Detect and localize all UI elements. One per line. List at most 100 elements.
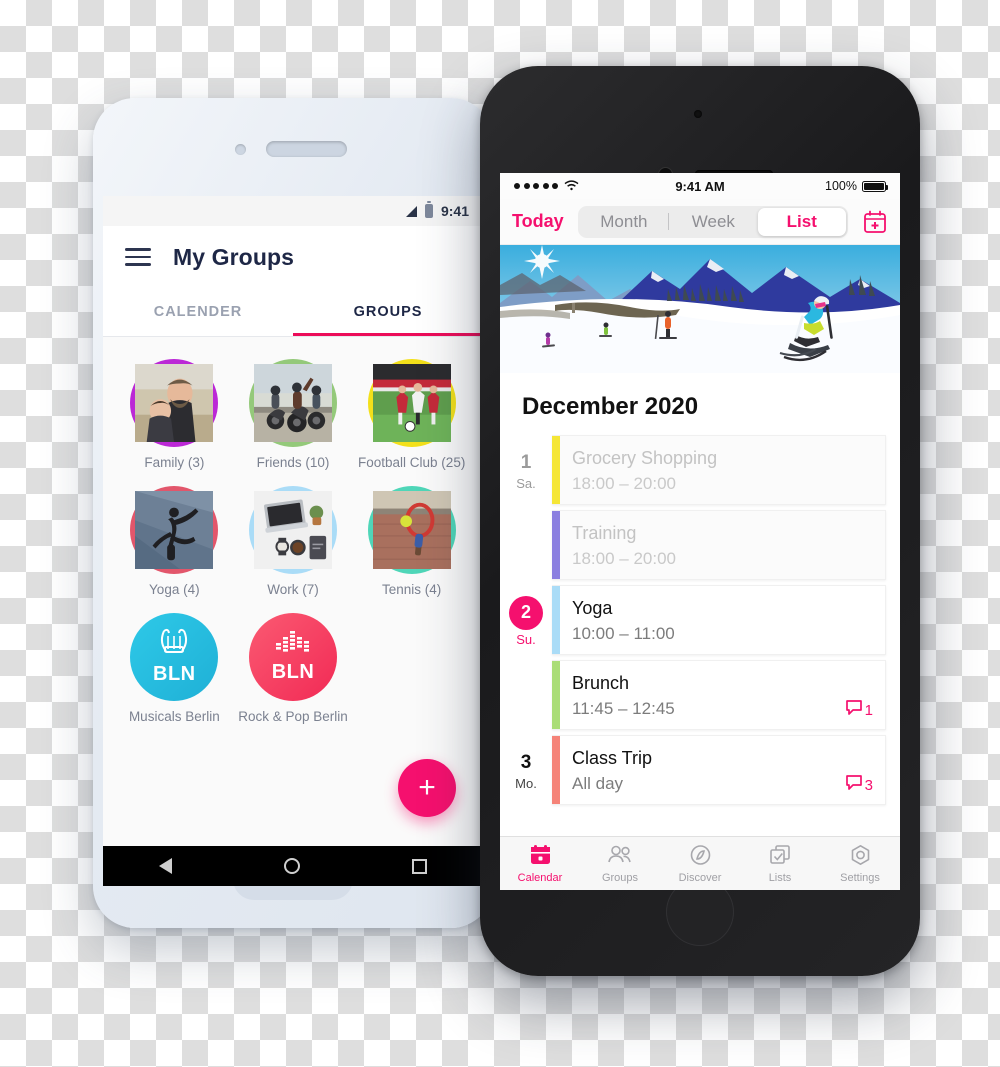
segment-week[interactable]: Week: [669, 208, 757, 236]
event-content: Yoga 10:00 – 11:00: [560, 586, 885, 654]
group-item-work[interactable]: Work (7): [234, 485, 353, 599]
status-time: 9:41 AM: [675, 178, 725, 194]
group-avatar-ring: [249, 485, 337, 574]
group-logo-circle: BLN: [130, 612, 219, 701]
tab-groups[interactable]: GROUPS: [293, 288, 483, 336]
group-item-football-club[interactable]: Football Club (25): [352, 359, 471, 472]
comment-count[interactable]: 1: [845, 699, 873, 719]
group-label: Work (7): [267, 581, 319, 597]
event-card[interactable]: Class Trip All day 3: [552, 735, 886, 805]
event-time: 18:00 – 20:00: [572, 548, 676, 568]
event-title: Class Trip: [572, 748, 653, 769]
group-logo-text: BLN: [271, 661, 315, 684]
recents-square-icon[interactable]: [412, 858, 427, 874]
calendar-plus-icon[interactable]: [862, 209, 888, 235]
group-label: Family (3): [144, 455, 205, 470]
event-row[interactable]: Brunch 11:45 – 12:45 1: [500, 660, 900, 730]
events-list: 1 Sa. Grocery Shopping 18:00 – 20:00 Tra…: [500, 435, 900, 805]
comment-count-value: 3: [864, 777, 873, 794]
group-item-family[interactable]: Family (3): [115, 359, 234, 472]
event-card[interactable]: Brunch 11:45 – 12:45 1: [552, 660, 886, 730]
tennis-racket-photo: [372, 490, 451, 573]
battery-icon: [862, 180, 888, 192]
compass-icon: [689, 844, 712, 869]
tab-lists[interactable]: Lists: [740, 837, 820, 890]
group-item-friends[interactable]: Friends (10): [234, 359, 353, 472]
event-title: Training: [572, 523, 637, 544]
front-camera-icon: [235, 144, 246, 155]
battery-icon: [424, 201, 433, 218]
comment-count[interactable]: 3: [845, 774, 873, 794]
proximity-sensor: [694, 110, 702, 118]
event-title: Yoga: [572, 598, 613, 619]
group-item-yoga[interactable]: Yoga (4): [115, 485, 234, 599]
event-card[interactable]: Grocery Shopping 18:00 – 20:00: [552, 435, 886, 505]
event-card[interactable]: Training 18:00 – 20:00: [552, 510, 886, 580]
event-title: Grocery Shopping: [572, 448, 718, 469]
android-tabs: CALENDER GROUPS: [103, 288, 483, 336]
tab-calender[interactable]: CALENDER: [103, 288, 293, 336]
ski-slope-illustration: [500, 245, 900, 373]
tab-label: Settings: [840, 871, 880, 884]
event-row[interactable]: 2 Su. Yoga 10:00 – 11:00: [500, 585, 900, 655]
soccer-match-photo: [372, 364, 451, 446]
groups-row: Family (3) Friends (10) Football Club (2…: [103, 359, 483, 472]
tab-active-underline: [293, 333, 483, 336]
segment-list[interactable]: List: [757, 207, 846, 236]
group-label: Rock & Pop Berlin: [238, 708, 348, 724]
event-color-bar: [552, 661, 560, 729]
checklist-icon: [768, 844, 792, 869]
date-weekday: Sa.: [516, 475, 536, 491]
group-avatar-ring: [367, 485, 456, 574]
event-color-bar: [552, 586, 560, 654]
desk-laptop-photo: [254, 490, 332, 573]
chat-bubble-icon: [845, 699, 864, 719]
event-time: 11:45 – 12:45: [572, 698, 675, 718]
android-device: 9:41 My Groups CALENDER GROUPS Family (3…: [93, 98, 493, 928]
event-date: 3 Mo.: [500, 735, 552, 805]
date-number: 2: [509, 595, 543, 630]
segment-month[interactable]: Month: [580, 208, 668, 236]
event-row[interactable]: Training 18:00 – 20:00: [500, 510, 900, 580]
today-button[interactable]: Today: [512, 211, 564, 232]
android-navigation-bar: [103, 846, 483, 886]
event-date-today: 2 Su.: [500, 585, 552, 655]
tab-discover[interactable]: Discover: [660, 837, 740, 890]
group-avatar-ring: [130, 359, 219, 447]
calendar-icon: [529, 844, 552, 869]
group-avatar-ring: [249, 359, 337, 447]
android-app-bar: My Groups: [103, 226, 483, 288]
grid-spacer: [352, 613, 471, 726]
group-item-tennis[interactable]: Tennis (4): [352, 485, 471, 599]
group-label: Friends (10): [256, 455, 330, 470]
date-weekday: Su.: [516, 631, 536, 647]
date-weekday: Mo.: [515, 775, 537, 791]
tab-label: Lists: [768, 871, 792, 884]
tab-groups[interactable]: Groups: [580, 837, 660, 890]
event-content: Class Trip All day 3: [560, 736, 885, 804]
tab-calendar[interactable]: Calendar: [500, 837, 580, 890]
yoga-pose-photo: [135, 490, 214, 573]
status-time: 9:41: [440, 203, 469, 219]
group-item-musicals-berlin[interactable]: BLN Musicals Berlin: [115, 612, 234, 726]
back-triangle-icon[interactable]: [159, 858, 172, 874]
event-color-bar: [552, 736, 560, 804]
group-logo-text: BLN: [153, 663, 196, 686]
android-status-bar: 9:41: [103, 196, 483, 226]
group-item-rock-pop-berlin[interactable]: BLN Rock & Pop Berlin: [234, 612, 353, 726]
ios-toolbar: Today Month Week List: [500, 199, 900, 245]
tab-label: Discover: [678, 871, 722, 884]
home-circle-icon[interactable]: [284, 858, 300, 874]
event-time: All day: [572, 773, 624, 793]
event-time: 10:00 – 11:00: [572, 623, 675, 643]
event-date: 1 Sa.: [500, 435, 552, 505]
tab-settings[interactable]: Settings: [820, 837, 900, 890]
group-avatar-ring: [130, 485, 219, 574]
event-title: Brunch: [572, 673, 630, 694]
hamburger-menu-icon[interactable]: [125, 243, 151, 271]
event-card[interactable]: Yoga 10:00 – 11:00: [552, 585, 886, 655]
add-group-fab[interactable]: +: [398, 759, 456, 817]
event-time: 18:00 – 20:00: [572, 473, 676, 493]
event-row[interactable]: 3 Mo. Class Trip All day 3: [500, 735, 900, 805]
event-row[interactable]: 1 Sa. Grocery Shopping 18:00 – 20:00: [500, 435, 900, 505]
